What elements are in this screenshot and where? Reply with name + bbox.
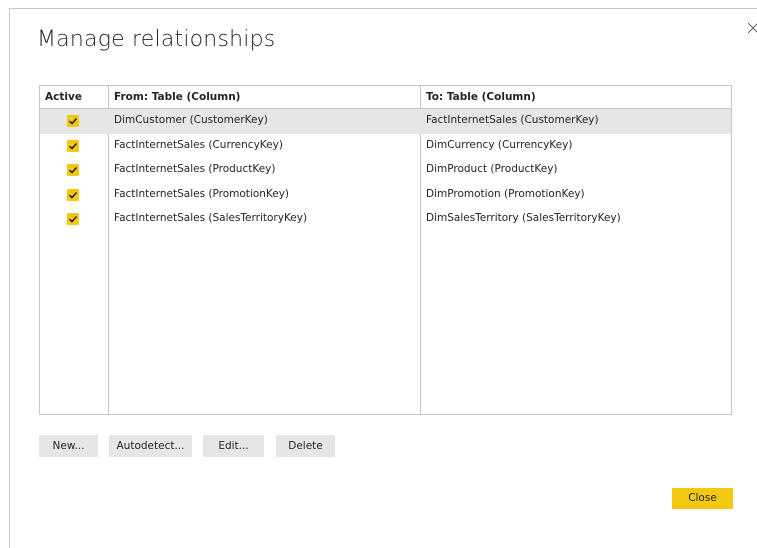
close-button[interactable]: Close — [672, 488, 733, 509]
to-cell: FactInternetSales (CustomerKey) — [426, 114, 599, 126]
table-row[interactable]: DimCustomer (CustomerKey) FactInternetSa… — [40, 109, 731, 134]
active-checkbox[interactable] — [67, 139, 79, 152]
active-checkbox[interactable] — [67, 213, 79, 225]
relationships-table: Active From: Table (Column) To: Table (C… — [39, 85, 732, 415]
delete-button[interactable]: Delete — [276, 435, 335, 457]
from-cell: FactInternetSales (SalesTerritoryKey) — [114, 212, 308, 224]
table-row[interactable]: FactInternetSales (SalesTerritoryKey) Di… — [40, 207, 731, 232]
active-checkbox[interactable] — [67, 164, 79, 176]
close-icon[interactable] — [746, 20, 757, 34]
checkmark-icon — [68, 215, 78, 223]
checkmark-icon — [68, 191, 78, 199]
table-header: Active From: Table (Column) To: Table (C… — [40, 86, 731, 109]
table-body: DimCustomer (CustomerKey) FactInternetSa… — [40, 109, 731, 232]
to-cell: DimCurrency (CurrencyKey) — [426, 138, 573, 151]
new-button[interactable]: New... — [39, 435, 98, 457]
checkmark-icon — [68, 142, 78, 150]
checkmark-icon — [68, 166, 78, 174]
header-active[interactable]: Active — [45, 91, 82, 103]
checkmark-icon — [68, 117, 78, 125]
header-to[interactable]: To: Table (Column) — [426, 91, 536, 103]
to-cell: DimSalesTerritory (SalesTerritoryKey) — [426, 212, 621, 224]
table-row[interactable]: FactInternetSales (ProductKey) DimProduc… — [40, 158, 731, 183]
to-cell: DimProduct (ProductKey) — [426, 163, 558, 175]
page-title: Manage relationships — [37, 27, 276, 52]
autodetect-button[interactable]: Autodetect... — [109, 435, 192, 457]
from-cell: FactInternetSales (ProductKey) — [114, 163, 276, 175]
from-cell: FactInternetSales (CurrencyKey) — [114, 138, 283, 151]
table-row[interactable]: FactInternetSales (CurrencyKey) DimCurre… — [40, 134, 731, 159]
active-checkbox[interactable] — [67, 188, 79, 201]
from-cell: FactInternetSales (PromotionKey) — [114, 187, 290, 200]
to-cell: DimPromotion (PromotionKey) — [426, 187, 585, 200]
edit-button[interactable]: Edit... — [203, 435, 264, 457]
header-from[interactable]: From: Table (Column) — [114, 91, 240, 103]
table-row[interactable]: FactInternetSales (PromotionKey) DimProm… — [40, 183, 731, 208]
active-checkbox[interactable] — [67, 115, 79, 127]
from-cell: DimCustomer (CustomerKey) — [114, 114, 268, 126]
